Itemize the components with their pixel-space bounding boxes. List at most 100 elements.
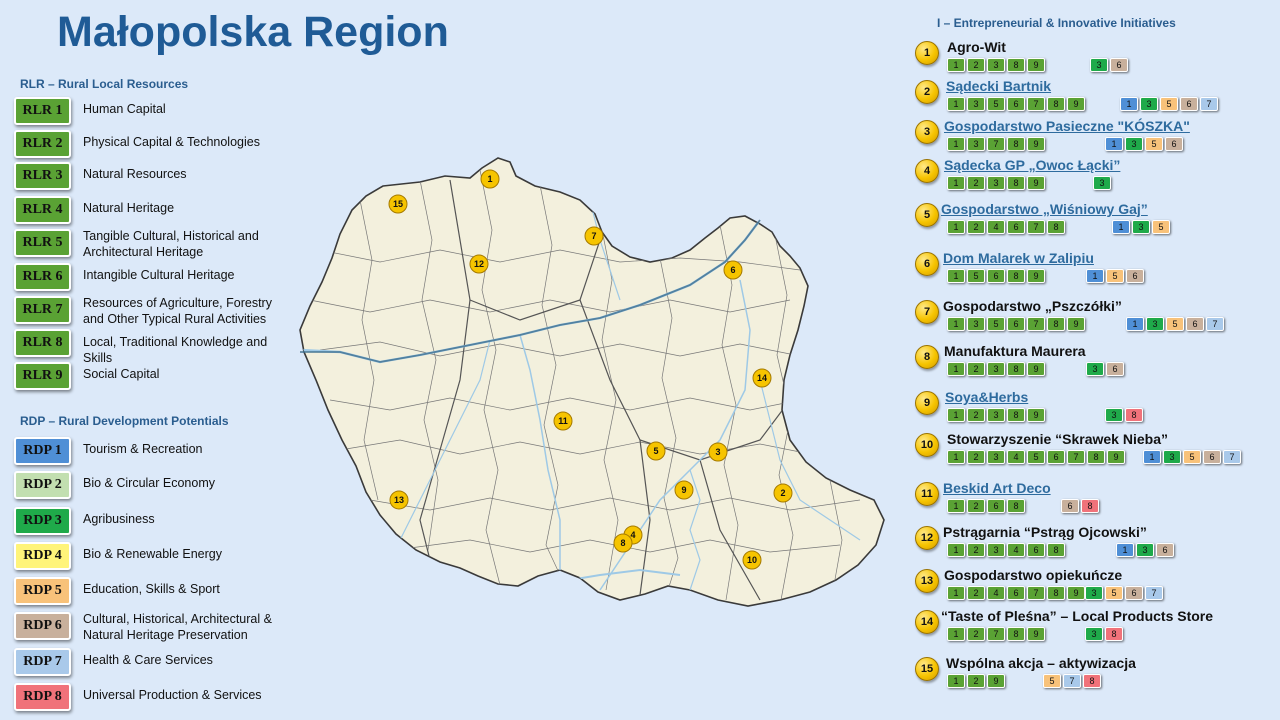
rdp-chip: 8 — [1081, 499, 1099, 513]
rdp-chip: 1 — [1120, 97, 1138, 111]
rdp-badge: RDP 5 — [14, 577, 71, 605]
rdp-chip-group: 13567 — [1120, 97, 1220, 111]
rdp-label: Education, Skills & Sport — [83, 582, 220, 596]
svg-text:8: 8 — [620, 538, 625, 548]
rlr-chip: 8 — [1007, 408, 1025, 422]
initiative-title: “Taste of Pleśna” – Local Products Store — [941, 608, 1214, 624]
rlr-chip: 9 — [1067, 317, 1085, 331]
rlr-chip: 2 — [967, 58, 985, 72]
initiative-number-marker: 1 — [915, 41, 939, 65]
map-pin-6[interactable]: 6 — [723, 260, 743, 280]
map-pin-15[interactable]: 15 — [388, 194, 408, 214]
rlr-chip-group: 1268 — [947, 499, 1027, 513]
rlr-chip-group: 15689 — [947, 269, 1047, 283]
rdp-chip: 7 — [1223, 450, 1241, 464]
map-pin-2[interactable]: 2 — [773, 483, 793, 503]
rlr-badge: RLR 1 — [14, 97, 71, 125]
rdp-chip: 7 — [1063, 674, 1081, 688]
map-pin-12[interactable]: 12 — [469, 254, 489, 274]
map-pin-5[interactable]: 5 — [646, 441, 666, 461]
rdp-chip: 5 — [1160, 97, 1178, 111]
initiative-title: Stowarzyszenie “Skrawek Nieba” — [947, 431, 1168, 447]
initiative-number-marker: 4 — [915, 159, 939, 183]
initiative-title-link[interactable]: Sądecka GP „Owoc Łącki” — [944, 157, 1120, 173]
svg-text:12: 12 — [474, 259, 484, 269]
initiative-title-link[interactable]: Sądecki Bartnik — [946, 78, 1051, 94]
rlr-chip: 1 — [947, 362, 965, 376]
initiative-title-link[interactable]: Gospodarstwo Pasieczne "KÓSZKA" — [944, 118, 1190, 134]
initiative-number-marker: 12 — [915, 526, 939, 550]
rlr-chip: 9 — [1067, 97, 1085, 111]
rlr-chip: 6 — [1007, 97, 1025, 111]
map-pin-14[interactable]: 14 — [752, 368, 772, 388]
rlr-chip: 2 — [967, 220, 985, 234]
initiative-title-link[interactable]: Beskid Art Deco — [943, 480, 1051, 496]
rdp-badge: RDP 4 — [14, 542, 71, 570]
initiative-number-marker: 13 — [915, 569, 939, 593]
map-pin-3[interactable]: 3 — [708, 442, 728, 462]
rlr-chip-group: 1246789 — [947, 586, 1087, 600]
rlr-chip: 9 — [1027, 269, 1045, 283]
rlr-chip: 5 — [967, 269, 985, 283]
initiative-title: Manufaktura Maurera — [944, 343, 1086, 359]
rlr-chip: 9 — [1107, 450, 1125, 464]
initiative-number-marker: 15 — [915, 657, 939, 681]
rlr-chip: 6 — [1007, 220, 1025, 234]
rdp-chip: 5 — [1106, 269, 1124, 283]
rlr-chip: 7 — [987, 137, 1005, 151]
svg-text:9: 9 — [681, 485, 686, 495]
rlr-chip-group: 12789 — [947, 627, 1047, 641]
initiative-title: Gospodarstwo opiekuńcze — [944, 567, 1123, 583]
rlr-chip: 7 — [987, 627, 1005, 641]
initiative-title: Pstrągarnia “Pstrąg Ojcowski” — [943, 524, 1147, 540]
rlr-chip: 1 — [947, 176, 965, 190]
rdp-chip: 6 — [1180, 97, 1198, 111]
rlr-chip: 9 — [1027, 362, 1045, 376]
rdp-label: Agribusiness — [83, 512, 155, 526]
map-pin-11[interactable]: 11 — [553, 411, 573, 431]
rlr-label: Physical Capital & Technologies — [83, 135, 260, 149]
map-pin-1[interactable]: 1 — [480, 169, 500, 189]
rlr-heading: RLR – Rural Local Resources — [20, 77, 189, 91]
rlr-chip: 2 — [967, 408, 985, 422]
rlr-chip: 8 — [1007, 269, 1025, 283]
svg-text:1: 1 — [487, 174, 492, 184]
rdp-chip-group: 3 — [1093, 176, 1113, 190]
region-shape — [299, 157, 885, 607]
rdp-chip-group: 1356 — [1105, 137, 1185, 151]
map-pin-8[interactable]: 8 — [613, 533, 633, 553]
initiative-title-link[interactable]: Gospodarstwo „Wiśniowy Gaj” — [941, 201, 1148, 217]
map-pin-13[interactable]: 13 — [389, 490, 409, 510]
map-pin-10[interactable]: 10 — [742, 550, 762, 570]
rlr-chip: 7 — [1027, 220, 1045, 234]
rlr-chip: 3 — [987, 58, 1005, 72]
initiative-number-marker: 14 — [915, 610, 939, 634]
rdp-chip: 8 — [1105, 627, 1123, 641]
rdp-chip: 6 — [1061, 499, 1079, 513]
initiative-number-marker: 6 — [915, 252, 939, 276]
rdp-chip: 7 — [1200, 97, 1218, 111]
initiative-title-link[interactable]: Soya&Herbs — [945, 389, 1028, 405]
rlr-chip: 6 — [1007, 317, 1025, 331]
rdp-chip: 5 — [1043, 674, 1061, 688]
initiative-title: Gospodarstwo „Pszczółki” — [943, 298, 1122, 314]
rlr-chip: 6 — [1047, 450, 1065, 464]
map-pin-9[interactable]: 9 — [674, 480, 694, 500]
rlr-chip: 8 — [1047, 220, 1065, 234]
map-pin-7[interactable]: 7 — [584, 226, 604, 246]
rlr-chip: 4 — [987, 220, 1005, 234]
rlr-badge: RLR 2 — [14, 130, 71, 158]
rlr-chip: 1 — [947, 627, 965, 641]
initiatives-heading: I – Entrepreneurial & Innovative Initiat… — [937, 16, 1176, 30]
rdp-chip: 6 — [1186, 317, 1204, 331]
rdp-chip: 7 — [1145, 586, 1163, 600]
rdp-chip-group: 136 — [1116, 543, 1176, 557]
rlr-chip: 9 — [1067, 586, 1085, 600]
rlr-chip-group: 12389 — [947, 408, 1047, 422]
rlr-chip: 1 — [947, 317, 965, 331]
rlr-chip: 6 — [987, 499, 1005, 513]
svg-text:6: 6 — [730, 265, 735, 275]
initiative-title-link[interactable]: Dom Malarek w Zalipiu — [943, 250, 1094, 266]
rlr-chip: 1 — [947, 586, 965, 600]
svg-text:5: 5 — [653, 446, 658, 456]
